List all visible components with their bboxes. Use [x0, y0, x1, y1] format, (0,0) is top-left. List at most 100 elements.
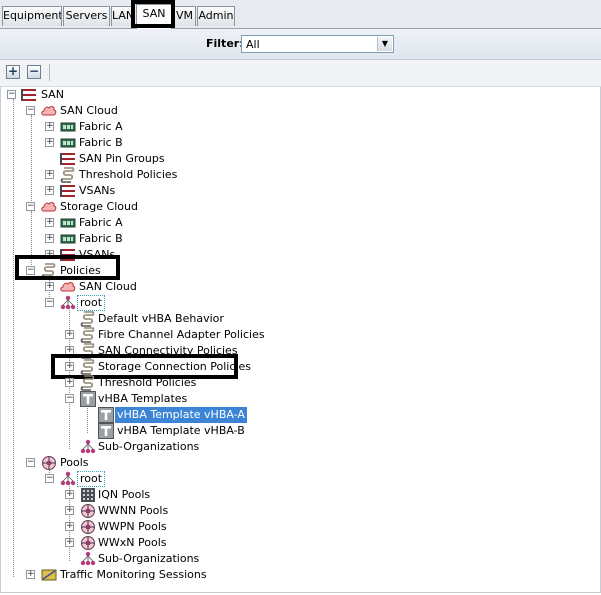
tree-node-vhba-template-a[interactable]: vHBA Template vHBA-A: [1, 407, 600, 423]
tree-node-storage-cloud[interactable]: − Storage Cloud: [1, 199, 600, 215]
collapse-all-button[interactable]: −: [27, 65, 41, 79]
tree-node-storage-fabric-a[interactable]: + Fabric A: [1, 215, 600, 231]
tree-node-label: Default vHBA Behavior: [98, 312, 224, 325]
expand-all-button[interactable]: +: [6, 65, 20, 79]
policy-icon: [60, 167, 76, 183]
tree-node-label: Fibre Channel Adapter Policies: [98, 328, 265, 341]
expand-toggle[interactable]: +: [65, 538, 74, 547]
tree-node-label: vHBA Template vHBA-A: [115, 407, 247, 423]
tree-node-policies-san-cloud[interactable]: + SAN Cloud: [1, 279, 600, 295]
tree-node-policies-threshold[interactable]: + Threshold Policies: [1, 375, 600, 391]
tab-strip: Equipment Servers LAN SAN VM Admin: [0, 0, 601, 29]
tree-node-san-pin-groups[interactable]: SAN Pin Groups: [1, 151, 600, 167]
cloud-icon: [41, 103, 57, 119]
san-icon: [60, 151, 76, 167]
tree-node-threshold-policies[interactable]: + Threshold Policies: [1, 167, 600, 183]
tree-node-pools-root[interactable]: − root: [1, 471, 600, 487]
collapse-toggle[interactable]: −: [65, 394, 74, 403]
policies-highlight-box: [15, 255, 120, 280]
tree-node-label: vHBA Template vHBA-B: [117, 424, 245, 437]
tree-node-san[interactable]: − SAN: [1, 87, 600, 103]
tree-node-storage-fabric-b[interactable]: + Fabric B: [1, 231, 600, 247]
expand-toggle[interactable]: +: [45, 218, 54, 227]
tree-node-label: VSANs: [79, 184, 116, 197]
collapse-toggle[interactable]: −: [45, 474, 54, 483]
tree-node-wwpn-pools[interactable]: + WWPN Pools: [1, 519, 600, 535]
tree-node-vhba-templates[interactable]: − vHBA Templates: [1, 391, 600, 407]
expand-toggle[interactable]: +: [65, 378, 74, 387]
collapse-toggle[interactable]: −: [7, 90, 16, 99]
tree-node-label: Sub-Organizations: [98, 552, 200, 565]
expand-toggle[interactable]: +: [45, 186, 54, 195]
tab-vm[interactable]: VM: [173, 6, 196, 26]
expand-toggle[interactable]: +: [45, 138, 54, 147]
organization-icon: [80, 439, 96, 455]
san-icon: [21, 87, 37, 103]
tree-node-wwnn-pools[interactable]: + WWNN Pools: [1, 503, 600, 519]
tree-node-label: SAN Pin Groups: [79, 152, 165, 165]
chevron-down-icon[interactable]: ▼: [377, 37, 392, 51]
expand-toggle[interactable]: +: [45, 122, 54, 131]
filter-dropdown[interactable]: All ▼: [241, 35, 394, 53]
tree-node-label: Fabric B: [79, 232, 123, 245]
organization-icon: [60, 295, 76, 311]
tree-node-fabric-a[interactable]: + Fabric A: [1, 119, 600, 135]
tree-node-wwxn-pools[interactable]: + WWxN Pools: [1, 535, 600, 551]
tree-node-vsans[interactable]: + VSANs: [1, 183, 600, 199]
cloud-icon: [41, 199, 57, 215]
tree-node-label: Sub-Organizations: [98, 440, 200, 453]
expand-toggle[interactable]: +: [65, 490, 74, 499]
expand-toggle[interactable]: +: [45, 170, 54, 179]
tree-node-fibre-channel-adapter-policies[interactable]: + Fibre Channel Adapter Policies: [1, 327, 600, 343]
tree-node-label: SAN: [41, 88, 64, 101]
tree-node-label: Fabric A: [79, 216, 123, 229]
expand-toggle[interactable]: +: [45, 234, 54, 243]
collapse-toggle[interactable]: −: [26, 202, 35, 211]
expand-toggle[interactable]: +: [65, 506, 74, 515]
tree-node-san-cloud[interactable]: − SAN Cloud: [1, 103, 600, 119]
tab-admin[interactable]: Admin: [197, 6, 235, 26]
tree-node-label: WWxN Pools: [98, 536, 167, 549]
tree-node-pools-sub-organizations[interactable]: Sub-Organizations: [1, 551, 600, 567]
tree-node-label: Threshold Policies: [79, 168, 178, 181]
collapse-toggle[interactable]: −: [26, 106, 35, 115]
tree-node-traffic-monitoring-sessions[interactable]: + Traffic Monitoring Sessions: [1, 567, 600, 583]
expand-toggle[interactable]: +: [65, 330, 74, 339]
tree-node-iqn-pools[interactable]: + IQN Pools: [1, 487, 600, 503]
policy-icon: [80, 311, 96, 327]
policy-icon: [80, 327, 96, 343]
expand-toggle[interactable]: +: [45, 282, 54, 291]
expand-toggle[interactable]: +: [26, 570, 35, 579]
expand-toggle[interactable]: +: [65, 522, 74, 531]
tree-node-label: Pools: [60, 456, 89, 469]
tab-servers[interactable]: Servers: [63, 6, 110, 26]
tree-node-label: Threshold Policies: [98, 376, 197, 389]
toolbar-divider: [49, 64, 50, 81]
tree-node-policies-sub-organizations[interactable]: Sub-Organizations: [1, 439, 600, 455]
filter-bar: Filter: All ▼: [0, 29, 601, 60]
pools-icon: [80, 519, 96, 535]
tree-toolbar: + −: [0, 60, 601, 87]
collapse-toggle[interactable]: −: [45, 298, 54, 307]
tree-node-label: root: [77, 471, 106, 487]
collapse-toggle[interactable]: −: [26, 458, 35, 467]
tree-node-fabric-b[interactable]: + Fabric B: [1, 135, 600, 151]
filter-label: Filter:: [206, 37, 244, 50]
tree-node-policies-root[interactable]: − root: [1, 295, 600, 311]
tree-node-pools[interactable]: − Pools: [1, 455, 600, 471]
san-icon: [60, 183, 76, 199]
pools-icon: [80, 535, 96, 551]
traffic-monitoring-icon: [41, 567, 57, 583]
tree-node-label: Fabric A: [79, 120, 123, 133]
tab-equipment[interactable]: Equipment: [2, 6, 62, 26]
tree-node-label: Storage Cloud: [60, 200, 138, 213]
navigation-tree: − SAN − SAN Cloud + Fabric A + Fabric B …: [0, 87, 601, 593]
fabric-icon: [60, 135, 76, 151]
tree-node-label: Traffic Monitoring Sessions: [60, 568, 207, 581]
tree-node-label: root: [77, 295, 106, 311]
tree-node-default-vhba-behavior[interactable]: Default vHBA Behavior: [1, 311, 600, 327]
organization-icon: [60, 471, 76, 487]
tree-node-vhba-template-b[interactable]: vHBA Template vHBA-B: [1, 423, 600, 439]
cloud-icon: [60, 279, 76, 295]
fabric-icon: [60, 119, 76, 135]
